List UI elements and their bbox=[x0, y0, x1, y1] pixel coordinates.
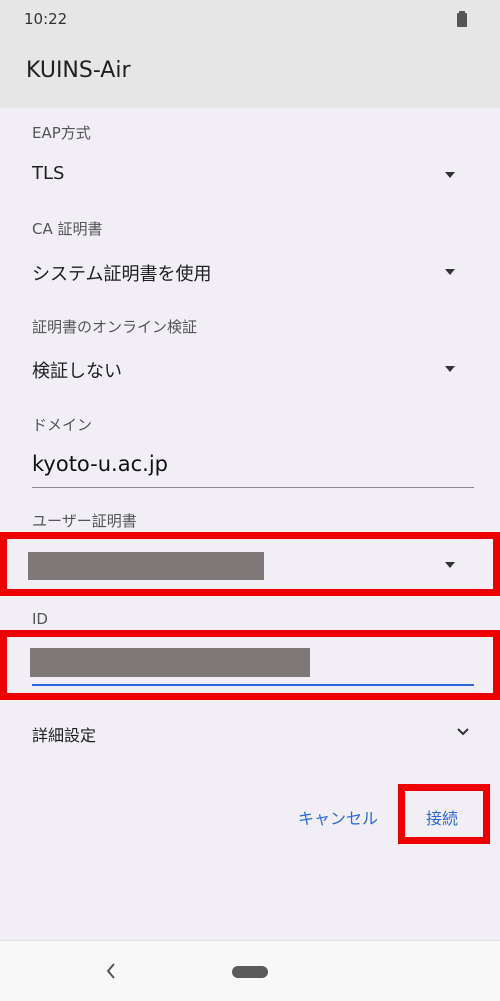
status-time: 10:22 bbox=[24, 10, 68, 28]
ca-certificate-label: CA 証明書 bbox=[32, 220, 103, 238]
eap-method-dropdown[interactable]: TLS bbox=[0, 150, 500, 200]
domain-value: kyoto-u.ac.jp bbox=[32, 452, 168, 476]
ca-certificate-value: システム証明書を使用 bbox=[32, 264, 212, 285]
dialog-title: KUINS-Air bbox=[26, 58, 131, 83]
domain-input-underline bbox=[32, 487, 474, 488]
connect-button-highlight bbox=[398, 784, 490, 844]
eap-method-label: EAP方式 bbox=[32, 124, 91, 142]
domain-input[interactable]: kyoto-u.ac.jp bbox=[32, 448, 474, 488]
status-bar: 10:22 bbox=[0, 0, 500, 40]
user-certificate-label: ユーザー証明書 bbox=[32, 512, 137, 530]
identity-label: ID bbox=[32, 610, 48, 628]
caret-down-icon bbox=[445, 366, 455, 372]
user-certificate-highlight bbox=[0, 532, 500, 596]
navigation-bar bbox=[0, 940, 500, 1001]
back-icon[interactable] bbox=[104, 962, 118, 980]
ca-certificate-dropdown[interactable]: システム証明書を使用 bbox=[0, 247, 500, 297]
online-verification-value: 検証しない bbox=[32, 361, 122, 382]
dialog-header: KUINS-Air bbox=[0, 40, 500, 108]
online-verification-dropdown[interactable]: 検証しない bbox=[0, 344, 500, 394]
battery-icon bbox=[457, 11, 467, 27]
home-pill-icon[interactable] bbox=[232, 966, 268, 978]
eap-method-value: TLS bbox=[32, 163, 65, 184]
network-settings-form: EAP方式 TLS CA 証明書 システム証明書を使用 証明書のオンライン検証 … bbox=[0, 108, 500, 940]
caret-down-icon bbox=[445, 269, 455, 275]
domain-label: ドメイン bbox=[32, 416, 93, 434]
chevron-down-icon bbox=[457, 728, 469, 736]
caret-down-icon bbox=[445, 172, 455, 178]
cancel-button[interactable]: キャンセル bbox=[298, 805, 378, 829]
advanced-settings-row[interactable]: 詳細設定 bbox=[0, 708, 500, 758]
advanced-settings-label: 詳細設定 bbox=[32, 726, 97, 745]
online-verification-label: 証明書のオンライン検証 bbox=[32, 318, 198, 336]
identity-highlight bbox=[0, 630, 500, 700]
